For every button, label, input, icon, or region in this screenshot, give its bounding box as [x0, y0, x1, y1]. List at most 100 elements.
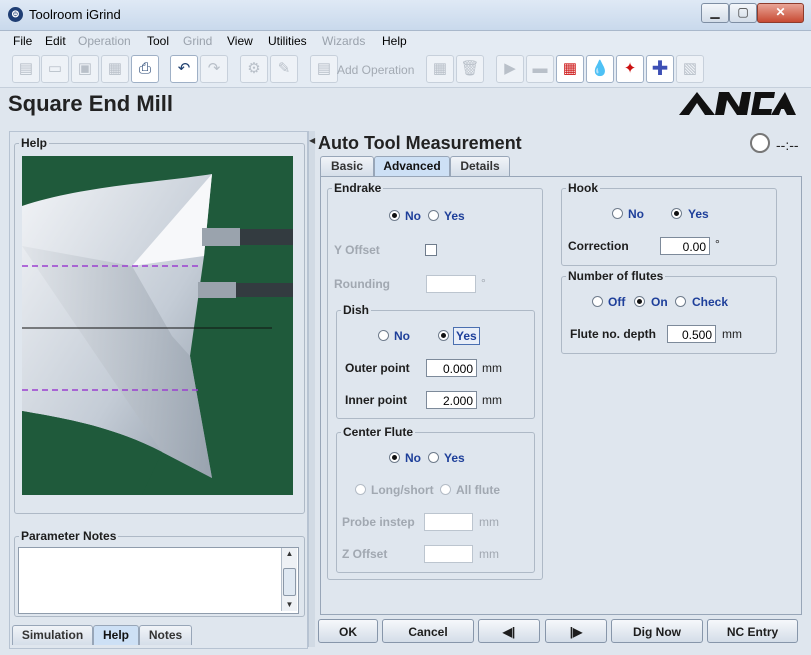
previous-button[interactable]: ◀|: [478, 619, 540, 643]
menu-utilities[interactable]: Utilities: [268, 34, 307, 48]
flutes-check-radio[interactable]: [675, 296, 686, 307]
save-all-icon[interactable]: ▦: [101, 55, 129, 83]
window-title: Toolroom iGrind: [29, 7, 121, 22]
grid-operation-icon[interactable]: ▦: [426, 55, 454, 83]
delete-operation-icon[interactable]: 🗑: [456, 55, 484, 83]
flutes-off-radio[interactable]: [592, 296, 603, 307]
endrake-yes-label: Yes: [444, 209, 465, 223]
y-offset-label: Y Offset: [334, 243, 380, 257]
dish-yes-label: Yes: [453, 327, 480, 345]
dish-yes-radio[interactable]: [438, 330, 449, 341]
document-arrow-icon[interactable]: ▶: [496, 55, 524, 83]
next-button[interactable]: |▶: [545, 619, 607, 643]
dish-no-radio[interactable]: [378, 330, 389, 341]
flutes-check-label: Check: [692, 295, 729, 309]
flute-depth-input[interactable]: 0.500: [667, 325, 716, 343]
undo-icon[interactable]: ↶: [170, 55, 198, 83]
grind-wheel-icon[interactable]: ⚙: [240, 55, 268, 83]
add-operation-icon[interactable]: ▤: [310, 55, 338, 83]
all-flute-radio[interactable]: [440, 484, 451, 495]
add-cross-icon[interactable]: ✚: [646, 55, 674, 83]
correction-input[interactable]: 0.00: [660, 237, 710, 255]
scroll-thumb[interactable]: [283, 568, 296, 596]
document-title: Square End Mill: [8, 91, 174, 116]
menu-file[interactable]: File: [13, 34, 32, 48]
tab-advanced[interactable]: Advanced: [374, 156, 450, 176]
long-short-radio[interactable]: [355, 484, 366, 495]
dish-legend: Dish: [343, 303, 370, 317]
dig-now-button[interactable]: Dig Now: [611, 619, 703, 643]
minimize-button[interactable]: ▁: [701, 3, 729, 23]
cancel-button[interactable]: Cancel: [382, 619, 474, 643]
app-icon: ⊜: [8, 7, 23, 22]
anca-logo: [679, 92, 796, 115]
hook-no-radio[interactable]: [612, 208, 623, 219]
flutes-on-radio[interactable]: [634, 296, 645, 307]
menu-help[interactable]: Help: [382, 34, 407, 48]
probe-instep-input[interactable]: [424, 513, 473, 531]
tab-basic[interactable]: Basic: [320, 156, 374, 176]
endrake-yes-radio[interactable]: [428, 210, 439, 221]
menu-tool[interactable]: Tool: [147, 34, 169, 48]
number-of-flutes-legend: Number of flutes: [568, 269, 664, 283]
panel-splitter[interactable]: [308, 131, 315, 647]
correction-unit: °: [715, 237, 720, 251]
inner-point-input[interactable]: 2.000: [426, 391, 477, 409]
coolant-drop-icon[interactable]: 💧: [586, 55, 614, 83]
center-flute-no-radio[interactable]: [389, 452, 400, 463]
menu-operation[interactable]: Operation: [78, 34, 131, 48]
center-flute-legend: Center Flute: [343, 425, 414, 439]
redo-icon[interactable]: ↷: [200, 55, 228, 83]
close-button[interactable]: ✕: [757, 3, 804, 23]
menu-edit[interactable]: Edit: [45, 34, 66, 48]
wizard-icon[interactable]: ✎: [270, 55, 298, 83]
notes-scrollbar[interactable]: ▲ ▼: [281, 548, 297, 611]
hook-no-label: No: [628, 207, 644, 221]
menu-view[interactable]: View: [227, 34, 253, 48]
menu-grind[interactable]: Grind: [183, 34, 212, 48]
nc-entry-button[interactable]: NC Entry: [707, 619, 798, 643]
parameter-notes-textarea[interactable]: [18, 547, 299, 614]
outer-point-unit: mm: [482, 361, 502, 375]
hook-legend: Hook: [568, 181, 598, 195]
spreadsheet-icon[interactable]: ▦: [556, 55, 584, 83]
alarm-icon[interactable]: ✦: [616, 55, 644, 83]
center-flute-yes-label: Yes: [444, 451, 465, 465]
save-icon[interactable]: ▣: [71, 55, 99, 83]
menu-bar: File Edit Operation Tool Grind View Util…: [0, 31, 811, 51]
parameter-notes-legend: Parameter Notes: [21, 529, 117, 543]
rounding-input[interactable]: [426, 275, 476, 293]
outer-point-input[interactable]: 0.000: [426, 359, 477, 377]
inner-point-unit: mm: [482, 393, 502, 407]
z-offset-unit: mm: [479, 547, 499, 561]
tab-help[interactable]: Help: [93, 625, 139, 645]
flutes-off-label: Off: [608, 295, 626, 309]
center-flute-yes-radio[interactable]: [428, 452, 439, 463]
maximize-button[interactable]: ▢: [729, 3, 757, 23]
z-offset-input[interactable]: [424, 545, 473, 563]
collapse-arrow-icon[interactable]: ◀: [309, 136, 315, 145]
print-icon[interactable]: ⎙: [131, 55, 159, 83]
scroll-down-icon[interactable]: ▼: [282, 599, 297, 611]
y-offset-checkbox[interactable]: [425, 244, 437, 256]
open-folder-icon[interactable]: ▭: [41, 55, 69, 83]
tab-simulation[interactable]: Simulation: [12, 625, 93, 645]
tab-details[interactable]: Details: [450, 156, 510, 176]
flute-depth-unit: mm: [722, 327, 742, 341]
endrake-legend: Endrake: [334, 181, 382, 195]
cycle-timer: --:--: [776, 137, 799, 153]
new-file-icon[interactable]: ▤: [12, 55, 40, 83]
scroll-up-icon[interactable]: ▲: [282, 548, 297, 560]
endrake-no-label: No: [405, 209, 421, 223]
probe-icon[interactable]: ▬: [526, 55, 554, 83]
add-operation-button[interactable]: Add Operation: [337, 63, 414, 77]
export-icon[interactable]: ▧: [676, 55, 704, 83]
endrake-no-radio[interactable]: [389, 210, 400, 221]
rounding-unit: °: [481, 276, 486, 290]
hook-yes-radio[interactable]: [671, 208, 682, 219]
menu-wizards[interactable]: Wizards: [322, 34, 365, 48]
flutes-on-label: On: [651, 295, 668, 309]
tab-notes[interactable]: Notes: [139, 625, 192, 645]
ok-button[interactable]: OK: [318, 619, 378, 643]
rounding-label: Rounding: [334, 277, 390, 291]
